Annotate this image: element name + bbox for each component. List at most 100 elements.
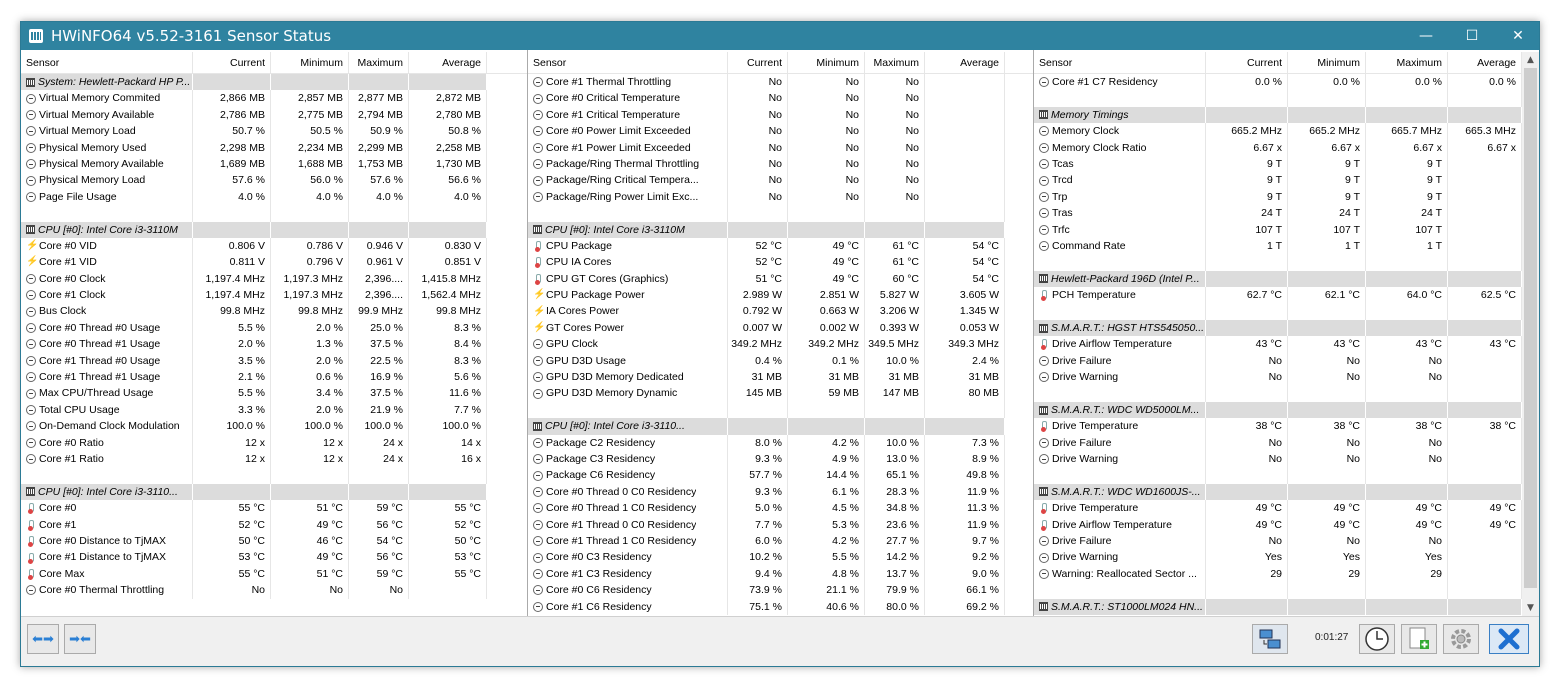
sensor-group-row[interactable]: System: Hewlett-Packard HP P... <box>21 74 527 91</box>
minimize-button[interactable]: — <box>1403 22 1449 50</box>
column-header-maximum[interactable]: Maximum <box>1366 52 1448 73</box>
sensor-group-row[interactable]: S.M.A.R.T.: HGST HTS545050... <box>1034 319 1522 337</box>
sensor-row[interactable]: Core #1 Thread 1 C0 Residency 6.0 % 4.2 % 2… <box>528 532 1033 550</box>
sensor-row[interactable]: Core #0 Power Limit Exceeded No No No <box>528 123 1033 140</box>
sensor-row[interactable]: Drive Airflow Temperature 49 °C 49 °C 49 °C… <box>1034 516 1522 533</box>
sensor-row[interactable]: GPU D3D Usage 0.4 % 0.1 % 10.0 % 2.4 % <box>528 352 1033 370</box>
column-header-sensor[interactable]: Sensor <box>528 52 728 73</box>
sensor-row[interactable]: Core #0 Thread 1 C0 Residency 5.0 % 4.5 % 3… <box>528 500 1033 517</box>
sensor-row[interactable]: Memory Clock 665.2 MHz 665.2 MHz 665.7 MHz 6… <box>1034 123 1522 140</box>
sensor-row[interactable]: Drive Failure No No No <box>1034 532 1522 550</box>
sensor-group-row[interactable]: S.M.A.R.T.: WDC WD1600JS-... <box>1034 483 1522 501</box>
column-header-current[interactable]: Current <box>1206 52 1288 73</box>
sensor-row[interactable]: Package/Ring Critical Tempera... No No No <box>528 172 1033 189</box>
empty-row[interactable] <box>1034 467 1522 484</box>
sensor-row[interactable]: IA Cores Power 0.792 W0.663 W3.206 W1.345… <box>528 303 1033 320</box>
empty-row[interactable] <box>21 205 527 222</box>
sensor-row[interactable]: Core #1 Thread #1 Usage 2.1 % 0.6 % 16.9 % 5… <box>21 369 527 386</box>
sensor-row[interactable]: Physical Memory Available 1,689 MB 1,688 M… <box>21 155 527 173</box>
column-header-sensor[interactable]: Sensor <box>1034 52 1206 73</box>
sensor-row[interactable]: Core #1 Thread 0 C0 Residency 7.7 % 5.3 % 2… <box>528 516 1033 533</box>
sensor-row[interactable]: Package C2 Residency 8.0 % 4.2 % 10.0 % 7.3 … <box>528 434 1033 451</box>
sensor-row[interactable]: Core #1 Thermal Throttling No No No <box>528 74 1033 91</box>
sensor-group-row[interactable]: CPU [#0]: Intel Core i3-3110M <box>21 221 527 238</box>
sensor-row[interactable]: GPU Clock 349.2 MHz 349.2 MHz 349.5 MHz 349.… <box>528 336 1033 353</box>
sensor-row[interactable]: CPU Package Power 2.989 W2.851 W5.827 W3.… <box>528 287 1033 304</box>
sensor-row[interactable]: Drive Failure No No No <box>1034 434 1522 451</box>
column-header-current[interactable]: Current <box>193 52 271 73</box>
sensor-row[interactable]: PCH Temperature 62.7 °C 62.1 °C 64.0 °C 62.5… <box>1034 287 1522 304</box>
maximize-button[interactable]: ☐ <box>1449 22 1495 50</box>
title-bar[interactable]: HWiNFO64 v5.52-3161 Sensor Status — ☐ ✕ <box>21 22 1539 50</box>
sensor-row[interactable]: CPU GT Cores (Graphics) 51 °C 49 °C 60 °C 54… <box>528 270 1033 288</box>
expand-columns-button[interactable]: ⬅➡ <box>27 624 59 654</box>
sensor-row[interactable]: GT Cores Power 0.007 W0.002 W0.393 W0.053… <box>528 319 1033 337</box>
sensor-row[interactable]: Bus Clock 99.8 MHz 99.8 MHz 99.9 MHz 99.8 MH… <box>21 303 527 320</box>
scroll-thumb[interactable] <box>1524 68 1537 588</box>
sensor-row[interactable]: Core #0 Thread #0 Usage 5.5 % 2.0 % 25.0 % 8… <box>21 319 527 337</box>
column-header-maximum[interactable]: Maximum <box>349 52 409 73</box>
sensor-row[interactable]: Physical Memory Load 57.6 % 56.0 % 57.6 % 56… <box>21 172 527 189</box>
column-header-minimum[interactable]: Minimum <box>788 52 865 73</box>
empty-row[interactable] <box>1034 90 1522 107</box>
sensor-row[interactable]: Core #1 C3 Residency 9.4 % 4.8 % 13.7 % 9.0 … <box>528 565 1033 583</box>
sensor-row[interactable]: Core #0 VID 0.806 V0.786 V0.946 V0.830 V <box>21 237 527 255</box>
sensor-row[interactable]: Core #1 Power Limit Exceeded No No No <box>528 139 1033 156</box>
sensor-row[interactable]: GPU D3D Memory Dedicated 31 MB 31 MB 31 MB 3… <box>528 369 1033 386</box>
sensor-row[interactable]: Page File Usage 4.0 % 4.0 % 4.0 % 4.0 % <box>21 188 527 206</box>
sensor-row[interactable]: Core #1 Thread #0 Usage 3.5 % 2.0 % 22.5 % 8… <box>21 352 527 370</box>
sensor-row[interactable]: Core #1 VID 0.811 V0.796 V0.961 V0.851 V <box>21 254 527 271</box>
sensor-row[interactable]: Core #1 Distance to TjMAX 53 °C 49 °C 56 °C… <box>21 549 527 566</box>
sensor-row[interactable]: Core #0 Thread #1 Usage 2.0 % 1.3 % 37.5 % 8… <box>21 336 527 353</box>
sensor-row[interactable]: Package/Ring Power Limit Exc... No No No <box>528 188 1033 206</box>
sensor-row[interactable]: Drive Failure No No No <box>1034 352 1522 370</box>
sensor-group-row[interactable]: Memory Timings <box>1034 106 1522 124</box>
sensor-row[interactable]: Drive Warning Yes Yes Yes <box>1034 549 1522 566</box>
sensor-row[interactable]: Core #1 Ratio 12 x 12 x 24 x 16 x <box>21 450 527 468</box>
sensor-row[interactable]: On-Demand Clock Modulation 100.0 % 100.0 %… <box>21 418 527 435</box>
sensor-row[interactable]: Command Rate 1 T1 T1 T <box>1034 237 1522 255</box>
sensor-group-row[interactable]: CPU [#0]: Intel Core i3-3110M <box>528 221 1033 238</box>
sensor-row[interactable]: Core #0 Distance to TjMAX 50 °C 46 °C 54 °C… <box>21 532 527 550</box>
sensor-row[interactable]: Core #1 Critical Temperature No No No <box>528 106 1033 124</box>
sensor-row[interactable]: Core #0 Thermal Throttling No No No <box>21 582 527 599</box>
column-header-maximum[interactable]: Maximum <box>865 52 925 73</box>
sensor-row[interactable]: Core #0 Critical Temperature No No No <box>528 90 1033 107</box>
sensor-row[interactable]: Core #0 Clock 1,197.4 MHz 1,197.3 MHz 2,396… <box>21 270 527 288</box>
sensor-row[interactable]: Core #1 Clock 1,197.4 MHz 1,197.3 MHz 2,396… <box>21 287 527 304</box>
column-header-average[interactable]: Average <box>1448 52 1522 73</box>
column-header-minimum[interactable]: Minimum <box>1288 52 1366 73</box>
sensor-row[interactable]: Core #0 C6 Residency 73.9 % 21.1 % 79.9 % 66… <box>528 582 1033 599</box>
sensor-row[interactable]: Core #1 C7 Residency 0.0 % 0.0 % 0.0 % 0.0 % <box>1034 74 1522 91</box>
sensor-row[interactable]: Virtual Memory Commited 2,866 MB 2,857 MB 2… <box>21 90 527 107</box>
sensor-row[interactable]: Drive Temperature 49 °C 49 °C 49 °C 49 °C <box>1034 500 1522 517</box>
column-header-average[interactable]: Average <box>409 52 487 73</box>
sensor-row[interactable]: CPU Package 52 °C 49 °C 61 °C 54 °C <box>528 237 1033 255</box>
empty-row[interactable] <box>1034 303 1522 320</box>
panel-divider[interactable] <box>527 50 528 616</box>
empty-row[interactable] <box>528 401 1033 419</box>
sensor-row[interactable]: GPU D3D Memory Dynamic 145 MB 59 MB 147 MB 8… <box>528 385 1033 402</box>
sensor-group-row[interactable]: CPU [#0]: Intel Core i3-3110... <box>528 418 1033 435</box>
sensor-row[interactable]: Drive Airflow Temperature 43 °C 43 °C 43 °C… <box>1034 336 1522 353</box>
sensor-row[interactable]: Drive Warning No No No <box>1034 369 1522 386</box>
sensor-row[interactable]: Warning: Reallocated Sector ... 29 29 29 <box>1034 565 1522 583</box>
add-report-button[interactable] <box>1401 624 1437 654</box>
sensor-row[interactable]: Memory Clock Ratio 6.67 x 6.67 x 6.67 x 6.67… <box>1034 139 1522 156</box>
empty-row[interactable] <box>1034 254 1522 271</box>
sensor-row[interactable]: Package C6 Residency 57.7 % 14.4 % 65.1 % 49… <box>528 467 1033 484</box>
sensor-row[interactable]: Core #0 Thread 0 C0 Residency 9.3 % 6.1 % 2… <box>528 483 1033 501</box>
sensor-row[interactable]: Virtual Memory Available 2,786 MB 2,775 MB… <box>21 106 527 124</box>
collapse-columns-button[interactable]: ➡⬅ <box>64 624 96 654</box>
sensor-group-row[interactable]: CPU [#0]: Intel Core i3-3110... <box>21 483 527 501</box>
settings-button[interactable] <box>1443 624 1479 654</box>
sensor-group-row[interactable]: Hewlett-Packard 196D (Intel P... <box>1034 270 1522 288</box>
sensor-row[interactable]: Drive Temperature 38 °C 38 °C 38 °C 38 °C <box>1034 418 1522 435</box>
sensor-row[interactable]: Trp 9 T9 T9 T <box>1034 188 1522 206</box>
sensor-row[interactable]: Core #0 55 °C 51 °C 59 °C 55 °C <box>21 500 527 517</box>
close-button[interactable]: ✕ <box>1495 22 1541 50</box>
clock-button[interactable] <box>1359 624 1395 654</box>
sensor-row[interactable]: Package/Ring Thermal Throttling No No No <box>528 155 1033 173</box>
column-header-average[interactable]: Average <box>925 52 1005 73</box>
sensor-row[interactable]: Core #1 52 °C 49 °C 56 °C 52 °C <box>21 516 527 533</box>
